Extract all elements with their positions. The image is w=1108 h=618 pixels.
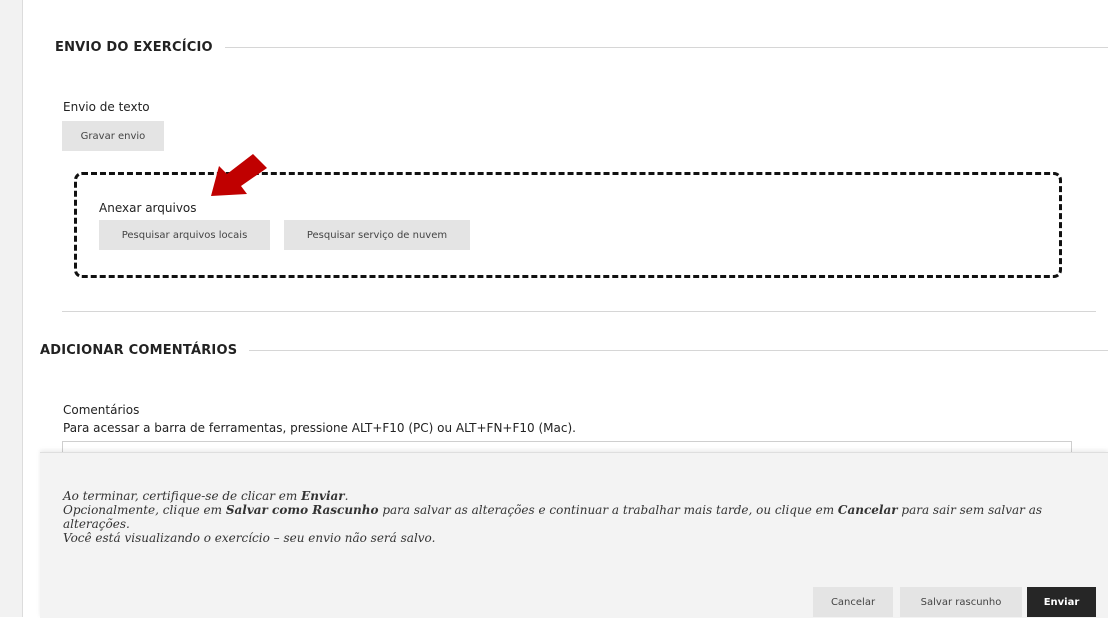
section-rule [224, 46, 1108, 48]
text-submission-label: Envio de texto [63, 100, 150, 114]
browse-local-files-button[interactable]: Pesquisar arquivos locais [99, 220, 270, 250]
submit-button[interactable]: Enviar [1027, 587, 1096, 617]
submission-footer: Ao terminar, certifique-se de clicar em … [40, 452, 1108, 618]
section-divider [62, 311, 1096, 312]
browse-cloud-service-button[interactable]: Pesquisar serviço de nuvem [284, 220, 470, 250]
save-draft-button[interactable]: Salvar rascunho [900, 587, 1022, 617]
section-header-submission: ENVIO DO EXERCÍCIO [55, 38, 1108, 56]
comments-toolbar-hint: Para acessar a barra de ferramentas, pre… [63, 421, 576, 435]
comments-label: Comentários [63, 403, 140, 417]
footer-line-3: Você está visualizando o exercício – seu… [63, 531, 436, 545]
section-title-comments: ADICIONAR COMENTÁRIOS [40, 342, 238, 358]
attach-files-label: Anexar arquivos [99, 201, 197, 215]
section-rule [249, 349, 1108, 351]
footer-line-1: Ao terminar, certifique-se de clicar em … [63, 489, 349, 503]
section-header-comments: ADICIONAR COMENTÁRIOS [40, 341, 1108, 359]
left-rail [0, 0, 23, 617]
cancel-button[interactable]: Cancelar [813, 587, 893, 617]
write-submission-button[interactable]: Gravar envio [62, 121, 164, 151]
red-arrow-icon [211, 154, 267, 196]
footer-line-2: Opcionalmente, clique em Salvar como Ras… [63, 503, 1043, 531]
footer-instructions: Ao terminar, certifique-se de clicar em … [63, 489, 1103, 545]
section-title-submission: ENVIO DO EXERCÍCIO [55, 39, 213, 55]
